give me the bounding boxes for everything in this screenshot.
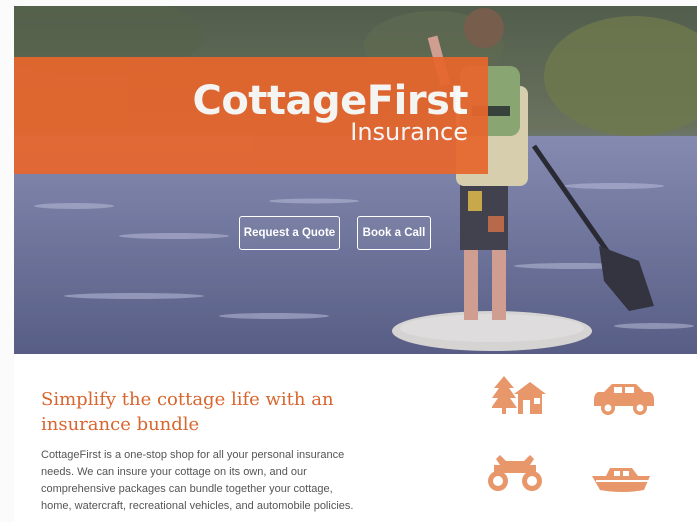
book-call-button[interactable]: Book a Call (357, 216, 431, 250)
brand-logo: CottageFirst Insurance (192, 79, 468, 145)
brand-name: CottageFirst (192, 78, 468, 124)
intro-section: Simplify the cottage life with an insura… (14, 354, 697, 522)
brand-banner: CottageFirst Insurance (14, 57, 488, 174)
intro-headline: Simplify the cottage life with an insura… (41, 389, 334, 435)
hero-section: CottageFirst Insurance Request a Quote B… (14, 6, 697, 354)
intro-body: CottageFirst is a one-stop shop for all … (41, 449, 354, 512)
car-icon (594, 384, 654, 415)
boat-icon (592, 468, 650, 492)
atv-icon (488, 455, 542, 491)
page-edge (0, 0, 12, 522)
request-quote-button[interactable]: Request a Quote (239, 216, 340, 250)
cottage-icon (492, 376, 546, 414)
